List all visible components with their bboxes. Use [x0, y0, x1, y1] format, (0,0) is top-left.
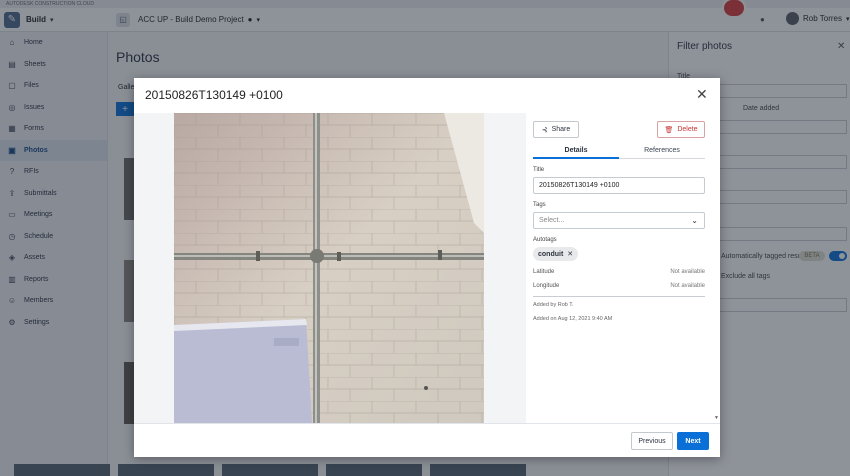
- photo-image: [174, 113, 484, 423]
- chevron-down-icon: ⌄: [691, 216, 698, 225]
- tags-label: Tags: [533, 202, 546, 208]
- title-field[interactable]: 20150826T130149 +0100: [533, 177, 705, 194]
- latitude-row: Latitude Not available: [533, 269, 705, 275]
- previous-button[interactable]: Previous: [631, 432, 673, 450]
- longitude-value: Not available: [670, 283, 705, 289]
- latitude-label: Latitude: [533, 269, 555, 275]
- tab-references[interactable]: References: [619, 147, 705, 154]
- modal-header: 20150826T130149 +0100 ✕: [134, 78, 720, 113]
- longitude-row: Longitude Not available: [533, 283, 705, 289]
- trash-icon: 🗑: [664, 126, 674, 134]
- modal-footer: Previous Next: [134, 423, 720, 457]
- delete-button[interactable]: 🗑 Delete: [657, 121, 705, 138]
- modal-body: ⊰ Share 🗑 Delete Details References Titl…: [134, 113, 720, 423]
- delete-label: Delete: [677, 126, 698, 133]
- tags-placeholder: Select...: [539, 217, 565, 224]
- tags-select[interactable]: Select... ⌄: [533, 212, 705, 229]
- share-label: Share: [551, 126, 571, 133]
- longitude-label: Longitude: [533, 283, 560, 289]
- autotag-label: conduit: [538, 250, 564, 258]
- added-by: Added by Rob T.: [533, 302, 574, 308]
- tab-details[interactable]: Details: [533, 147, 619, 159]
- share-icon: ⊰: [541, 126, 548, 134]
- close-icon[interactable]: ✕: [696, 87, 708, 101]
- divider: [533, 296, 705, 297]
- details-panel: ⊰ Share 🗑 Delete Details References Titl…: [526, 113, 720, 423]
- latitude-value: Not available: [670, 269, 705, 275]
- next-button[interactable]: Next: [677, 432, 709, 450]
- scroll-down-icon[interactable]: ▼: [714, 415, 719, 421]
- photo-preview[interactable]: [174, 113, 484, 423]
- details-tabs: Details References: [533, 145, 705, 159]
- modal-title: 20150826T130149 +0100: [145, 88, 283, 102]
- autotag-chip: conduit ✕: [533, 247, 579, 261]
- remove-tag-icon[interactable]: ✕: [567, 250, 573, 258]
- photo-detail-modal: 20150826T130149 +0100 ✕ ⊰ Share 🗑 Delete…: [134, 78, 720, 457]
- title-label: Title: [533, 167, 545, 173]
- added-on: Added on Aug 12, 2021 9:40 AM: [533, 316, 613, 322]
- autotags-label: Autotags: [533, 237, 557, 243]
- share-button[interactable]: ⊰ Share: [533, 121, 579, 138]
